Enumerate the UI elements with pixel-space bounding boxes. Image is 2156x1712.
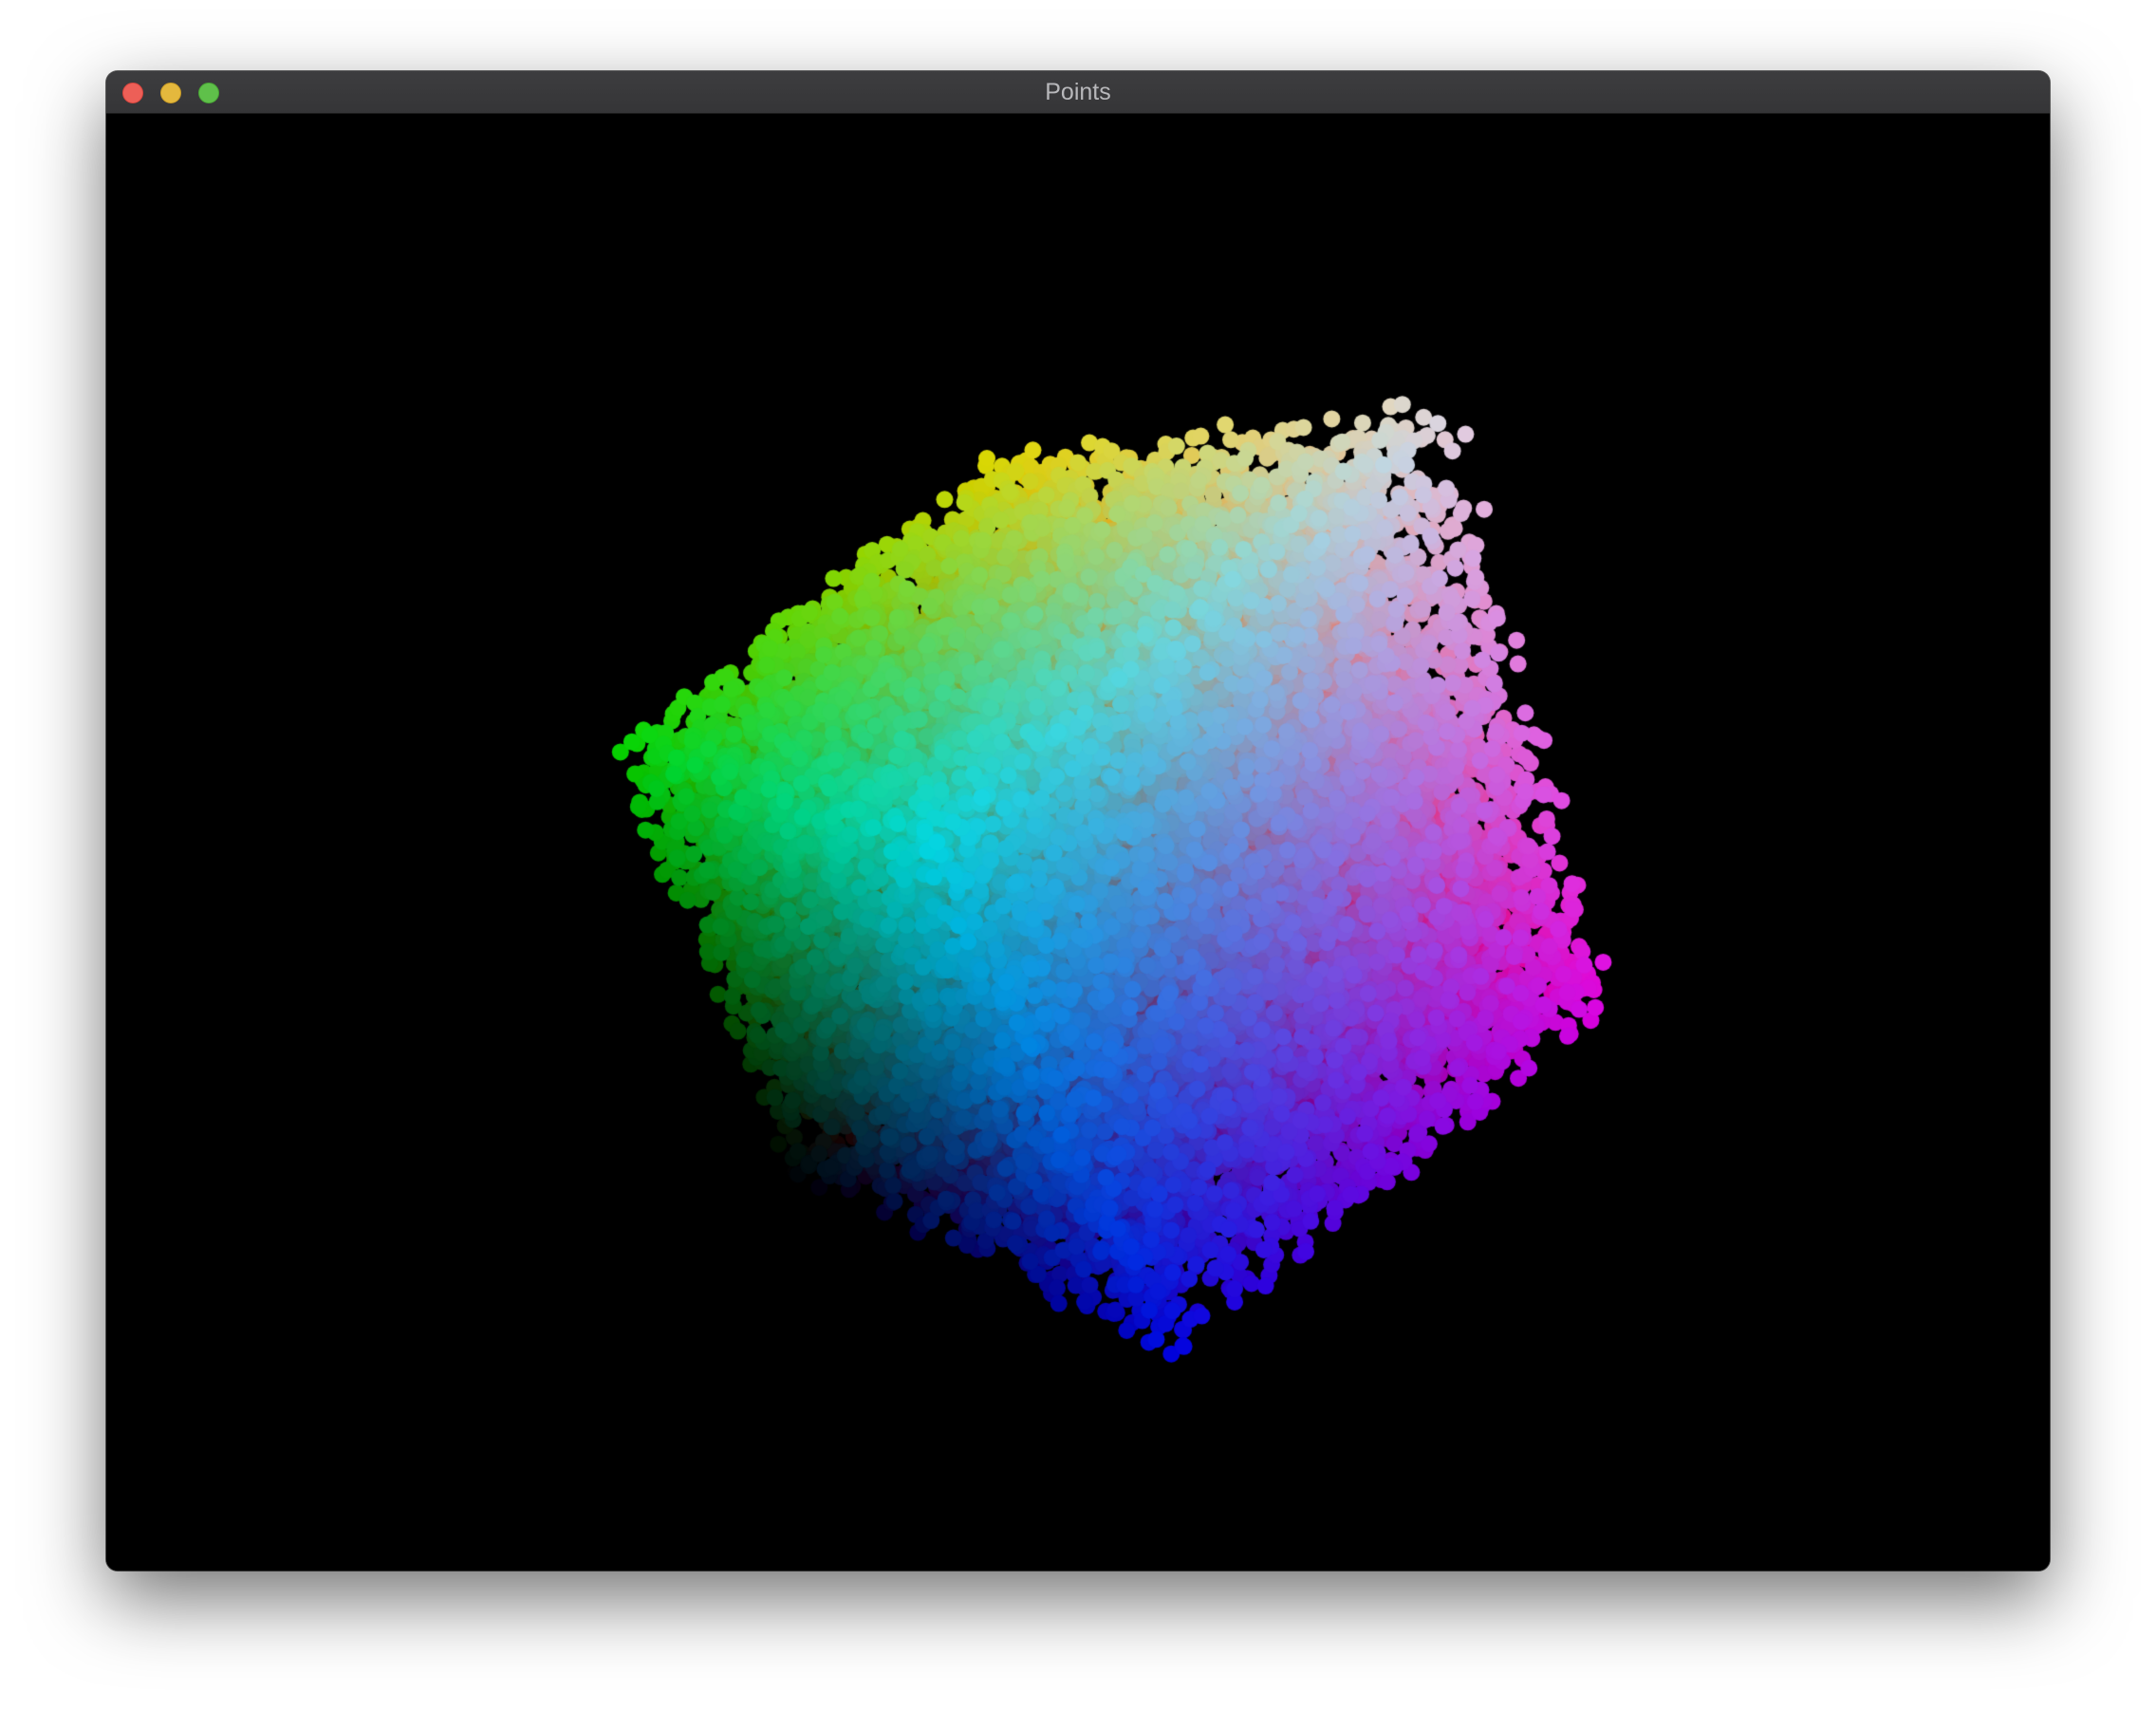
app-window: Points xyxy=(106,71,2050,1571)
title-bar[interactable]: Points xyxy=(106,71,2050,114)
window-title: Points xyxy=(1045,79,1111,105)
render-viewport[interactable] xyxy=(106,114,2050,1571)
point-cloud-canvas[interactable] xyxy=(106,114,2050,1571)
